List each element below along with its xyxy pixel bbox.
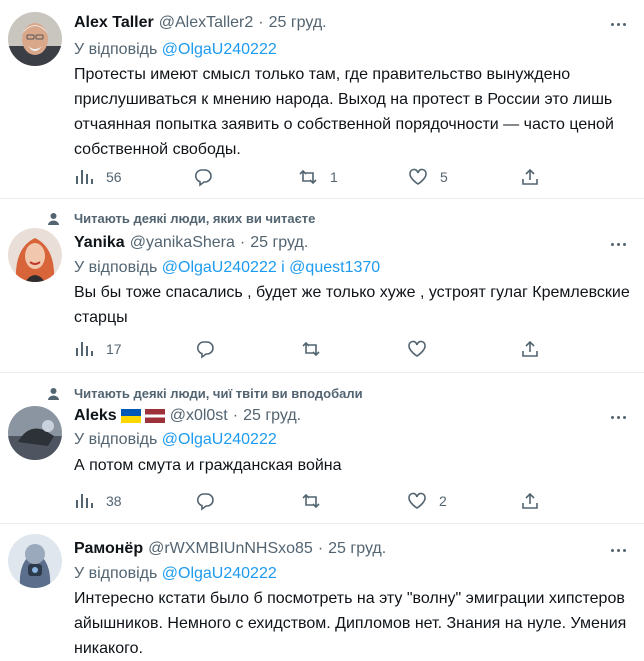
share-icon <box>522 168 538 185</box>
views-count: 17 <box>106 341 122 357</box>
more-icon[interactable] <box>606 407 630 427</box>
display-name[interactable]: Alex Taller <box>74 14 154 32</box>
reply-mention-link[interactable]: @OlgaU240222 <box>162 41 277 58</box>
user-handle[interactable]: @x0l0st <box>170 407 228 425</box>
timestamp[interactable]: 25 груд. <box>269 14 327 32</box>
views-icon <box>76 170 93 184</box>
reply-prefix: У відповідь <box>74 41 158 58</box>
person-icon <box>48 212 59 225</box>
like-button[interactable] <box>407 338 427 360</box>
display-name[interactable]: Рамонёр <box>74 540 143 558</box>
more-icon[interactable] <box>606 14 630 34</box>
reply-context: У відповідь @OlgaU240222 і @quest1370 <box>74 259 380 277</box>
social-context-text: Читають деякі люди, яких ви читаєте <box>74 210 316 226</box>
tweet-text: Интересно кстати было б посмотреть на эт… <box>74 590 627 657</box>
views-button[interactable]: 38 <box>74 490 122 512</box>
reply-button[interactable] <box>195 490 215 512</box>
user-handle[interactable]: @AlexTaller2 <box>159 14 254 32</box>
separator-dot: · <box>232 407 239 424</box>
reply-mention-link[interactable]: @OlgaU240222 і @quest1370 <box>162 259 380 276</box>
retweet-icon <box>302 493 320 509</box>
tweet-text: Протесты имеют смысл только там, где пра… <box>74 66 614 158</box>
tweet[interactable]: Читають деякі люди, яких ви читаєте Yani… <box>0 199 644 371</box>
likes-count: 5 <box>440 169 448 185</box>
user-handle[interactable]: @yanikaShera <box>130 234 235 252</box>
retweets-count: 1 <box>330 169 338 185</box>
display-name[interactable]: Aleks <box>74 407 117 425</box>
likes-count: 2 <box>439 493 447 509</box>
retweet-icon <box>302 341 320 357</box>
tweet[interactable]: Alex Taller @AlexTaller2 · 25 груд. У ві… <box>0 0 644 198</box>
reply-button[interactable] <box>193 166 213 188</box>
more-icon[interactable] <box>606 234 630 254</box>
person-icon <box>48 387 59 400</box>
user-handle[interactable]: @rWXMBIUnNHSxo85 <box>148 540 313 558</box>
reply-button[interactable] <box>195 338 215 360</box>
retweet-button[interactable] <box>301 338 321 360</box>
separator-dot: · <box>239 234 246 251</box>
action-bar: 17 <box>74 338 544 360</box>
views-count: 38 <box>106 493 122 509</box>
action-bar: 38 2 <box>74 490 544 512</box>
timestamp[interactable]: 25 груд. <box>243 407 301 425</box>
timestamp[interactable]: 25 груд. <box>328 540 386 558</box>
tweet-header: Рамонёр @rWXMBIUnNHSxo85 · 25 груд. <box>74 540 386 558</box>
avatar[interactable] <box>8 534 62 588</box>
retweet-icon <box>299 169 317 185</box>
views-icon <box>76 342 93 356</box>
tweet-header: Yanika @yanikaShera · 25 груд. <box>74 234 308 252</box>
social-context-text: Читають деякі люди, чиї твіти ви вподоба… <box>74 385 363 401</box>
reply-context: У відповідь @OlgaU240222 <box>74 41 277 59</box>
separator-dot: · <box>258 14 264 31</box>
like-button[interactable]: 2 <box>407 490 447 512</box>
tweet[interactable]: Рамонёр @rWXMBIUnNHSxo85 · 25 груд. У ві… <box>0 524 644 658</box>
reply-mention-link[interactable]: @OlgaU240222 <box>162 565 277 582</box>
retweet-button[interactable] <box>301 490 321 512</box>
views-button[interactable]: 17 <box>74 338 122 360</box>
timestamp[interactable]: 25 груд. <box>250 234 308 252</box>
views-count: 56 <box>106 169 122 185</box>
social-context: Читають деякі люди, яких ви читаєте <box>47 210 315 226</box>
action-bar: 56 1 5 <box>74 166 544 188</box>
like-button[interactable]: 5 <box>408 166 448 188</box>
views-icon <box>76 494 93 508</box>
reply-prefix: У відповідь <box>74 431 158 448</box>
like-icon <box>409 168 427 185</box>
reply-icon <box>196 493 214 511</box>
social-context: Читають деякі люди, чиї твіти ви вподоба… <box>47 385 363 401</box>
avatar[interactable] <box>8 406 62 460</box>
share-icon <box>522 492 538 509</box>
retweet-button[interactable]: 1 <box>298 166 338 188</box>
more-icon[interactable] <box>606 540 630 560</box>
reply-context: У відповідь @OlgaU240222 <box>74 565 277 583</box>
avatar[interactable] <box>8 12 62 66</box>
ukraine-flag-icon <box>120 409 141 423</box>
reply-prefix: У відповідь <box>74 259 158 276</box>
share-button[interactable] <box>520 490 540 512</box>
like-icon <box>408 492 426 509</box>
tweet-header: Aleks @x0l0st · 25 груд. <box>74 407 301 425</box>
tweet-text: А потом смута и гражданская война <box>74 457 342 474</box>
share-icon <box>522 340 538 357</box>
share-button[interactable] <box>520 338 540 360</box>
tweet-header: Alex Taller @AlexTaller2 · 25 груд. <box>74 14 327 32</box>
reply-icon <box>194 169 212 187</box>
tweet-text: Вы бы тоже спасались , будет же только х… <box>74 284 630 326</box>
avatar[interactable] <box>8 228 62 282</box>
like-icon <box>408 340 426 357</box>
latvia-flag-icon <box>144 409 165 423</box>
tweet[interactable]: Читають деякі люди, чиї твіти ви вподоба… <box>0 373 644 522</box>
reply-icon <box>196 341 214 359</box>
share-button[interactable] <box>520 166 540 188</box>
reply-mention-link[interactable]: @OlgaU240222 <box>162 431 277 448</box>
display-name[interactable]: Yanika <box>74 234 125 252</box>
separator-dot: · <box>317 540 324 557</box>
reply-context: У відповідь @OlgaU240222 <box>74 431 277 449</box>
reply-prefix: У відповідь <box>74 565 158 582</box>
views-button[interactable]: 56 <box>74 166 122 188</box>
